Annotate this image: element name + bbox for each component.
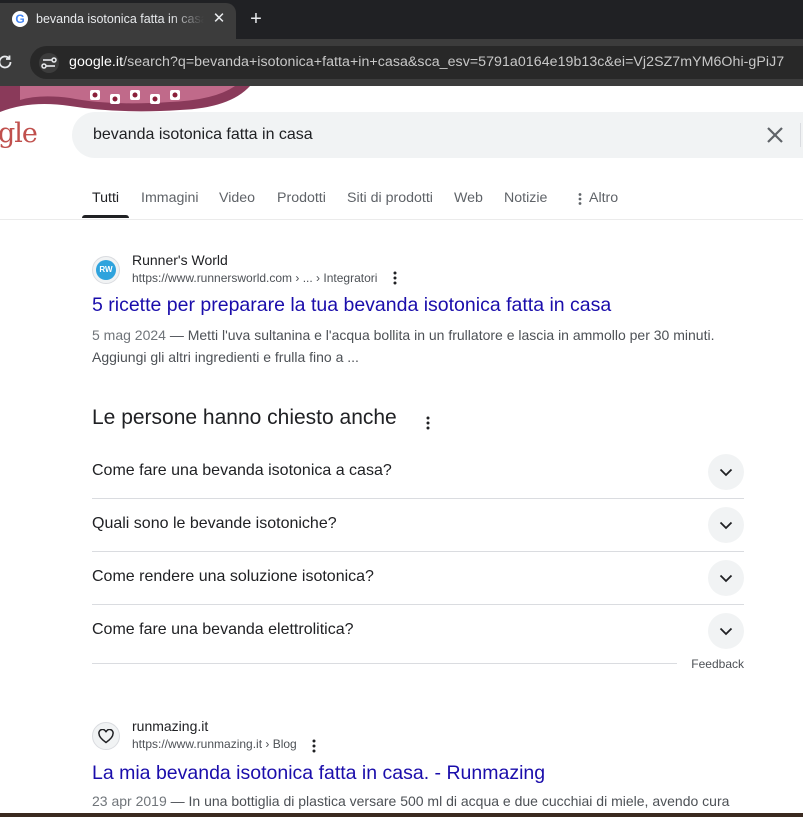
site-name[interactable]: Runner's World xyxy=(132,252,228,268)
new-tab-plus-icon[interactable]: + xyxy=(244,8,268,32)
tab-siti-di-prodotti[interactable]: Siti di prodotti xyxy=(347,190,433,206)
address-bar[interactable]: google.it/search?q=bevanda+isotonica+fat… xyxy=(30,46,803,79)
more-vertical-icon[interactable] xyxy=(578,193,582,205)
snippet-text: — In una bottiglia di plastica versare 5… xyxy=(166,793,730,809)
tab-title: bevanda isotonica fatta in casa - Cerca … xyxy=(36,12,204,26)
result-snippet: 23 apr 2019 — In una bottiglia di plasti… xyxy=(92,790,752,812)
search-tabs: Tutti Immagini Video Prodotti Siti di pr… xyxy=(0,180,803,220)
site-name[interactable]: runmazing.it xyxy=(132,718,208,734)
paa-question[interactable]: Quali sono le bevande isotoniche? xyxy=(92,515,337,533)
result-options-icon[interactable] xyxy=(388,271,402,285)
browser-toolbar: google.it/search?q=bevanda+isotonica+fat… xyxy=(0,39,803,86)
paa-heading: Le persone hanno chiesto anche xyxy=(92,406,397,429)
paa-options-icon[interactable] xyxy=(426,416,430,430)
result-title-link[interactable]: La mia bevanda isotonica fatta in casa. … xyxy=(92,762,545,785)
site-info-icon[interactable] xyxy=(38,53,60,73)
page-bottom-edge xyxy=(0,813,803,817)
tabs-divider xyxy=(0,219,803,220)
search-box[interactable]: bevanda isotonica fatta in casa xyxy=(72,112,803,158)
site-url[interactable]: https://www.runmazing.it › Blog xyxy=(132,737,297,751)
result-date: 23 apr 2019 xyxy=(92,793,167,809)
search-divider xyxy=(800,123,801,147)
chevron-down-icon[interactable] xyxy=(708,560,744,596)
paa-question[interactable]: Come fare una bevanda isotonica a casa? xyxy=(92,462,392,480)
tab-notizie[interactable]: Notizie xyxy=(504,190,547,206)
tab-tutti[interactable]: Tutti xyxy=(92,190,119,206)
paa-question-row[interactable]: Quali sono le bevande isotoniche? xyxy=(92,498,744,552)
chevron-down-icon[interactable] xyxy=(708,507,744,543)
url-text[interactable]: google.it/search?q=bevanda+isotonica+fat… xyxy=(69,54,784,70)
chevron-down-icon[interactable] xyxy=(708,613,744,649)
paa-question-row[interactable]: Come fare una bevanda elettrolitica? xyxy=(92,604,744,657)
snippet-text: — Metti l'uva sultanina e l'acqua bollit… xyxy=(92,327,715,365)
tab-web[interactable]: Web xyxy=(454,190,483,206)
search-input[interactable]: bevanda isotonica fatta in casa xyxy=(93,126,313,144)
tab-immagini[interactable]: Immagini xyxy=(141,190,199,206)
paa-question-row[interactable]: Come fare una bevanda isotonica a casa? xyxy=(92,445,744,499)
result-options-icon[interactable] xyxy=(307,739,321,753)
url-path: /search?q=bevanda+isotonica+fatta+in+cas… xyxy=(123,54,785,70)
paa-question[interactable]: Come rendere una soluzione isotonica? xyxy=(92,568,374,586)
tab-altro[interactable]: Altro xyxy=(589,190,618,206)
browser-tabstrip: G bevanda isotonica fatta in casa - Cerc… xyxy=(0,0,803,39)
tab-close-icon[interactable]: ✕ xyxy=(209,9,229,29)
doodle-fragment-icon[interactable] xyxy=(0,86,255,112)
result-date: 5 mag 2024 xyxy=(92,327,166,343)
result-snippet: 5 mag 2024 — Metti l'uva sultanina e l'a… xyxy=(92,324,752,368)
heart-icon[interactable] xyxy=(92,722,120,750)
url-host: google.it xyxy=(69,54,124,70)
chevron-down-icon[interactable] xyxy=(708,454,744,490)
feedback-link[interactable]: Feedback xyxy=(691,657,744,671)
google-favicon-icon: G xyxy=(12,11,28,27)
tab-prodotti[interactable]: Prodotti xyxy=(277,190,326,206)
result-title-link[interactable]: 5 ricette per preparare la tua bevanda i… xyxy=(92,294,611,317)
reload-icon[interactable] xyxy=(0,53,14,71)
browser-tab[interactable]: G bevanda isotonica fatta in casa - Cerc… xyxy=(0,3,236,39)
active-tab-indicator xyxy=(82,215,129,218)
runners-world-favicon-icon[interactable]: RW xyxy=(92,256,120,284)
paa-question-row[interactable]: Come rendere una soluzione isotonica? xyxy=(92,551,744,605)
site-url[interactable]: https://www.runnersworld.com › ... › Int… xyxy=(132,271,377,285)
tab-video[interactable]: Video xyxy=(219,190,255,206)
clear-search-icon[interactable] xyxy=(764,124,786,146)
google-logo-fragment[interactable]: gle xyxy=(0,118,38,149)
paa-question[interactable]: Come fare una bevanda elettrolitica? xyxy=(92,621,354,639)
paa-divider xyxy=(92,663,677,664)
